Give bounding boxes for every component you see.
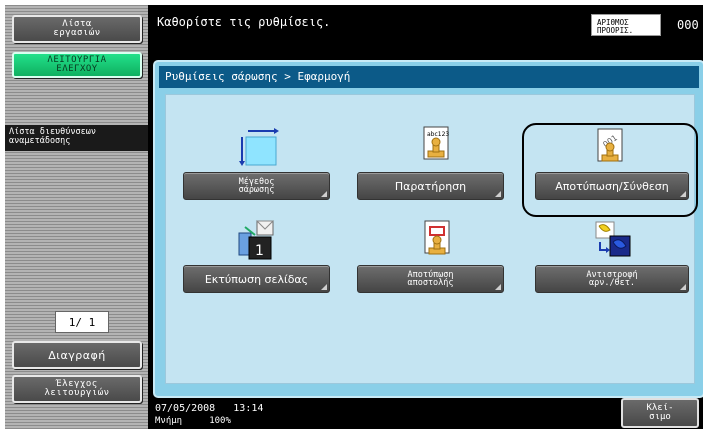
delete-label: Διαγραφή <box>48 348 106 362</box>
delete-button[interactable]: Διαγραφή <box>12 341 142 369</box>
date-time: 07/05/2008 13:14 <box>155 403 263 414</box>
check-job-label: Έλεγχος λειτουργιών <box>44 379 110 398</box>
corner-mark <box>495 284 501 290</box>
job-list-button[interactable]: Λίστα εργασιών <box>12 15 142 43</box>
scan-size-label: Μέγεθος σάρωσης <box>238 177 275 195</box>
copies-value: 000 <box>677 18 699 32</box>
annotation-label: Παρατήρηση <box>394 179 467 193</box>
instruction-text: Καθορίστε τις ρυθμίσεις. <box>157 15 331 29</box>
close-label: Κλεί- σιμο <box>646 403 674 422</box>
annotation-icon: abc123 <box>423 126 449 160</box>
corner-mark <box>495 191 501 197</box>
send-stamp-button[interactable]: Αποτύπωση αποστολής <box>357 265 504 293</box>
job-list-label: Λίστα εργασιών <box>53 19 101 38</box>
time-text: 13:14 <box>233 403 264 414</box>
corner-mark <box>680 284 686 290</box>
memory-value: 100% <box>209 416 231 426</box>
scan-size-button[interactable]: Μέγεθος σάρωσης <box>183 172 330 200</box>
breadcrumb: Ρυθμίσεις σάρωσης > Εφαρμογή <box>159 66 699 88</box>
scan-size-icon <box>239 128 279 166</box>
memory-label: Μνήμη <box>155 416 183 426</box>
corner-mark <box>321 284 327 290</box>
copies-label: ΑΡΙΘΜΟΣ ΠΡΟΟΡΙΣ. <box>591 14 661 36</box>
corner-mark <box>321 191 327 197</box>
address-list-label: Λίστα διευθύνσεων αναμετάδοσης <box>5 125 148 151</box>
page-print-button[interactable]: Εκτύπωση σελίδας <box>183 265 330 293</box>
check-job-button[interactable]: Έλεγχος λειτουργιών <box>12 375 142 403</box>
page-print-icon: 1 <box>238 220 275 260</box>
functions-button[interactable]: ΛΕΙΤΟΥΡΓΙΑ ΕΛΕΓΧΟΥ <box>12 52 142 78</box>
negative-positive-button[interactable]: Αντιστροφή αρν./θετ. <box>535 265 689 293</box>
functions-label: ΛΕΙΤΟΥΡΓΙΑ ΕΛΕΓΧΟΥ <box>47 55 107 74</box>
annotation-button[interactable]: Παρατήρηση <box>357 172 504 200</box>
selection-highlight <box>522 123 698 217</box>
control-panel-screen: Λίστα εργασιών ΛΕΙΤΟΥΡΓΙΑ ΕΛΕΓΧΟΥ Λίστα … <box>5 5 703 429</box>
send-stamp-label: Αποτύπωση αποστολής <box>407 270 454 288</box>
page-print-label: Εκτύπωση σελίδας <box>204 272 309 286</box>
memory-status: Μνήμη 100% <box>155 416 231 426</box>
svg-text:1: 1 <box>255 243 264 259</box>
date-text: 07/05/2008 <box>155 403 216 414</box>
page-indicator: 1/ 1 <box>55 311 109 333</box>
annotation-icon-text: abc123 <box>427 131 449 138</box>
negative-positive-label: Αντιστροφή αρν./θετ. <box>586 270 638 288</box>
negative-positive-icon <box>595 221 631 257</box>
send-stamp-icon <box>424 220 450 255</box>
close-button[interactable]: Κλεί- σιμο <box>621 398 699 428</box>
sidebar: Λίστα εργασιών ΛΕΙΤΟΥΡΓΙΑ ΕΛΕΓΧΟΥ Λίστα … <box>5 5 148 429</box>
